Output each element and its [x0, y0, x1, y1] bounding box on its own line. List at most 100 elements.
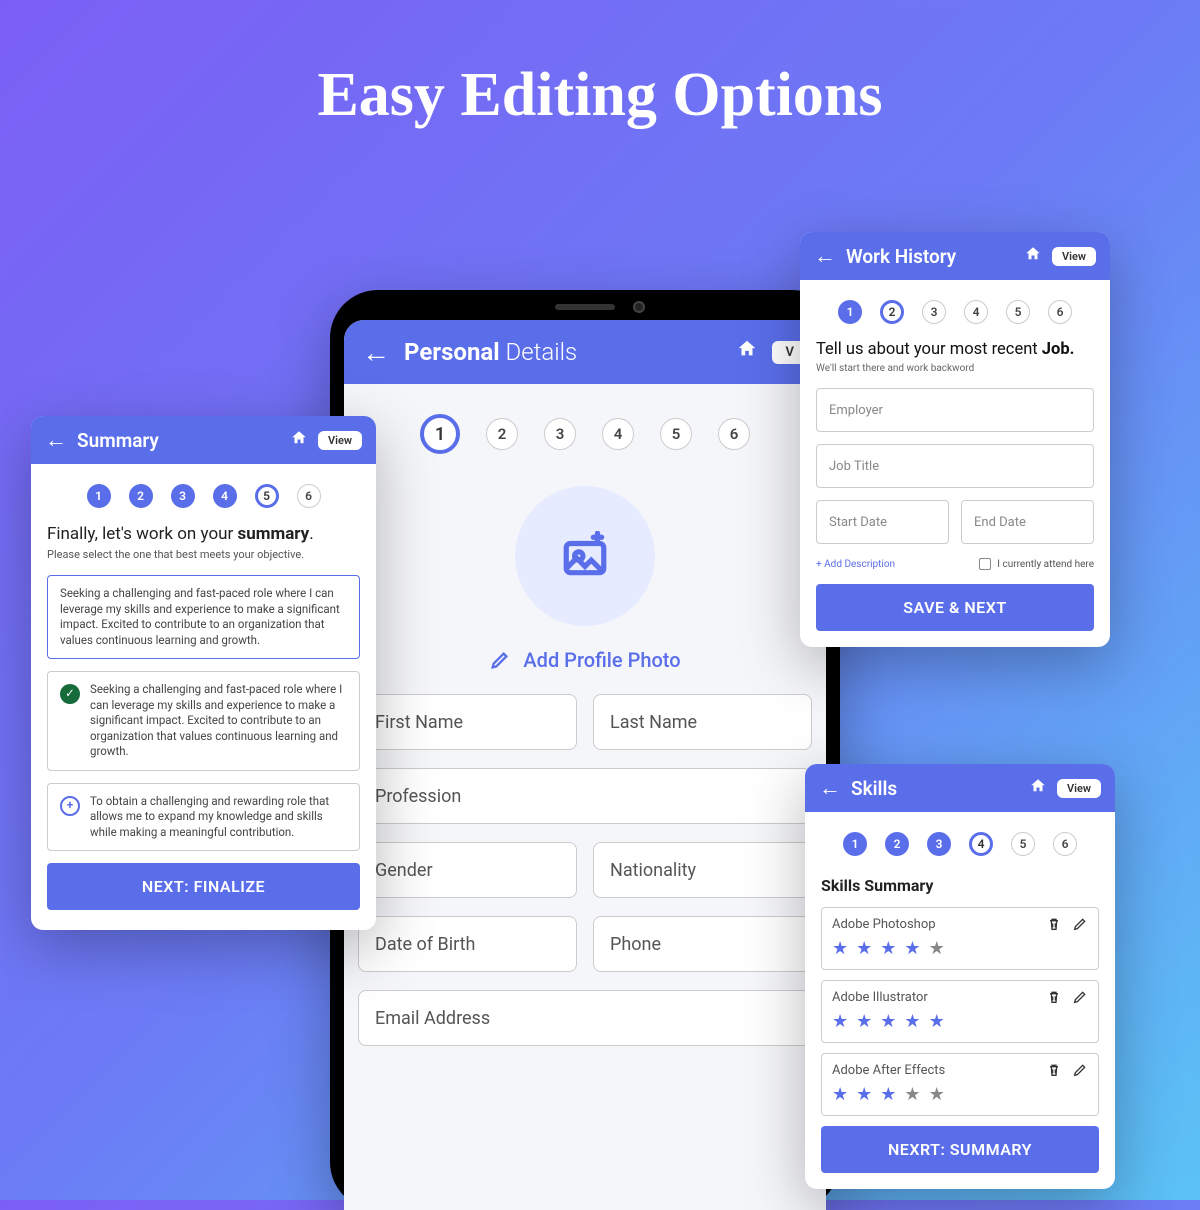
view-button[interactable]: View — [318, 431, 362, 450]
step-2[interactable]: 2 — [486, 418, 518, 450]
step-1[interactable]: 1 — [838, 300, 862, 324]
profession-input[interactable]: Profession — [358, 768, 812, 824]
work-history-card: ← Work History View 1 2 3 4 5 6 Tell us … — [800, 232, 1110, 647]
dob-input[interactable]: Date of Birth — [358, 916, 577, 972]
first-name-input[interactable]: First Name — [358, 694, 577, 750]
skills-appbar: ← Skills View — [805, 764, 1115, 812]
star-icon[interactable]: ★ — [832, 1084, 848, 1105]
add-description-link[interactable]: + Add Description — [816, 559, 895, 570]
phone-input[interactable]: Phone — [593, 916, 812, 972]
step-4[interactable]: 4 — [602, 418, 634, 450]
step-6[interactable]: 6 — [1048, 300, 1072, 324]
image-add-icon — [560, 531, 610, 581]
employer-input[interactable]: Employer — [816, 388, 1094, 432]
star-icon[interactable]: ★ — [904, 1011, 920, 1032]
rating-stars: ★ ★ ★ ★ ★ — [832, 1011, 1088, 1032]
back-icon[interactable]: ← — [362, 336, 390, 369]
step-4[interactable]: 4 — [964, 300, 988, 324]
star-icon[interactable]: ★ — [880, 1011, 896, 1032]
star-icon[interactable]: ★ — [880, 938, 896, 959]
back-icon[interactable]: ← — [814, 243, 836, 269]
star-icon[interactable]: ★ — [856, 938, 872, 959]
star-icon[interactable]: ★ — [880, 1084, 896, 1105]
home-icon[interactable] — [1029, 777, 1047, 800]
next-finalize-button[interactable]: NEXT: FINALIZE — [47, 863, 360, 910]
rating-stars: ★ ★ ★ ★ ★ — [832, 1084, 1088, 1105]
back-icon[interactable]: ← — [45, 427, 67, 453]
view-button[interactable]: View — [1057, 779, 1101, 798]
delete-icon[interactable] — [1046, 916, 1062, 932]
step-2[interactable]: 2 — [129, 484, 153, 508]
summary-option-3[interactable]: + To obtain a challenging and rewarding … — [47, 783, 360, 852]
work-subtext: We'll start there and work backword — [816, 363, 1094, 374]
summary-option-text: To obtain a challenging and rewarding ro… — [90, 794, 347, 841]
star-icon[interactable]: ★ — [904, 938, 920, 959]
step-6[interactable]: 6 — [1053, 832, 1077, 856]
home-icon[interactable] — [1024, 245, 1042, 268]
summary-option-text: Seeking a challenging and fast-paced rol… — [60, 586, 347, 648]
step-2[interactable]: 2 — [880, 300, 904, 324]
start-date-input[interactable]: Start Date — [816, 500, 949, 544]
next-summary-button[interactable]: NEXRT: SUMMARY — [821, 1126, 1099, 1173]
star-icon[interactable]: ★ — [832, 1011, 848, 1032]
edit-icon[interactable] — [1072, 916, 1088, 932]
star-icon[interactable]: ★ — [856, 1011, 872, 1032]
summary-title: Summary — [77, 429, 280, 452]
edit-icon[interactable] — [1072, 1062, 1088, 1078]
step-3[interactable]: 3 — [544, 418, 576, 450]
star-icon[interactable]: ★ — [832, 938, 848, 959]
phone-speaker — [555, 304, 615, 310]
step-5[interactable]: 5 — [1011, 832, 1035, 856]
personal-title: Personal Details — [404, 338, 722, 366]
back-icon[interactable]: ← — [819, 775, 841, 801]
personal-fields: First Name Last Name Profession Gender N… — [344, 694, 826, 1046]
delete-icon[interactable] — [1046, 989, 1062, 1005]
pencil-icon — [489, 649, 511, 671]
step-3[interactable]: 3 — [171, 484, 195, 508]
step-5[interactable]: 5 — [1006, 300, 1030, 324]
edit-icon[interactable] — [1072, 989, 1088, 1005]
step-6[interactable]: 6 — [297, 484, 321, 508]
home-icon[interactable] — [736, 338, 758, 366]
skill-name: Adobe Photoshop — [832, 917, 1046, 932]
step-4[interactable]: 4 — [213, 484, 237, 508]
step-3[interactable]: 3 — [922, 300, 946, 324]
photo-upload[interactable] — [515, 486, 655, 626]
star-icon[interactable]: ★ — [904, 1084, 920, 1105]
star-icon[interactable]: ★ — [929, 1084, 945, 1105]
step-1[interactable]: 1 — [420, 414, 460, 454]
step-5[interactable]: 5 — [660, 418, 692, 450]
step-1[interactable]: 1 — [87, 484, 111, 508]
step-3[interactable]: 3 — [927, 832, 951, 856]
step-4[interactable]: 4 — [969, 832, 993, 856]
home-icon[interactable] — [290, 429, 308, 452]
page-title: Easy Editing Options — [0, 0, 1200, 131]
skill-name: Adobe Illustrator — [832, 990, 1046, 1005]
star-icon[interactable]: ★ — [929, 1011, 945, 1032]
view-button[interactable]: View — [1052, 247, 1096, 266]
step-1[interactable]: 1 — [843, 832, 867, 856]
step-5[interactable]: 5 — [255, 484, 279, 508]
end-date-input[interactable]: End Date — [961, 500, 1094, 544]
delete-icon[interactable] — [1046, 1062, 1062, 1078]
work-steps: 1 2 3 4 5 6 — [800, 280, 1110, 340]
star-icon[interactable]: ★ — [929, 938, 945, 959]
last-name-input[interactable]: Last Name — [593, 694, 812, 750]
add-photo-button[interactable]: Add Profile Photo — [344, 648, 826, 672]
save-next-button[interactable]: SAVE & NEXT — [816, 584, 1094, 631]
job-title-input[interactable]: Job Title — [816, 444, 1094, 488]
rating-stars: ★ ★ ★ ★ ★ — [832, 938, 1088, 959]
currently-attend-checkbox[interactable]: I currently attend here — [979, 558, 1094, 570]
star-icon[interactable]: ★ — [856, 1084, 872, 1105]
phone-camera — [633, 301, 645, 313]
work-appbar: ← Work History View — [800, 232, 1110, 280]
nationality-input[interactable]: Nationality — [593, 842, 812, 898]
summary-option-2[interactable]: ✓ Seeking a challenging and fast-paced r… — [47, 671, 360, 771]
check-icon: ✓ — [60, 684, 80, 704]
step-6[interactable]: 6 — [718, 418, 750, 450]
email-input[interactable]: Email Address — [358, 990, 812, 1046]
summary-option-1[interactable]: Seeking a challenging and fast-paced rol… — [47, 575, 360, 659]
skills-heading: Skills Summary — [821, 876, 1099, 895]
gender-input[interactable]: Gender — [358, 842, 577, 898]
step-2[interactable]: 2 — [885, 832, 909, 856]
